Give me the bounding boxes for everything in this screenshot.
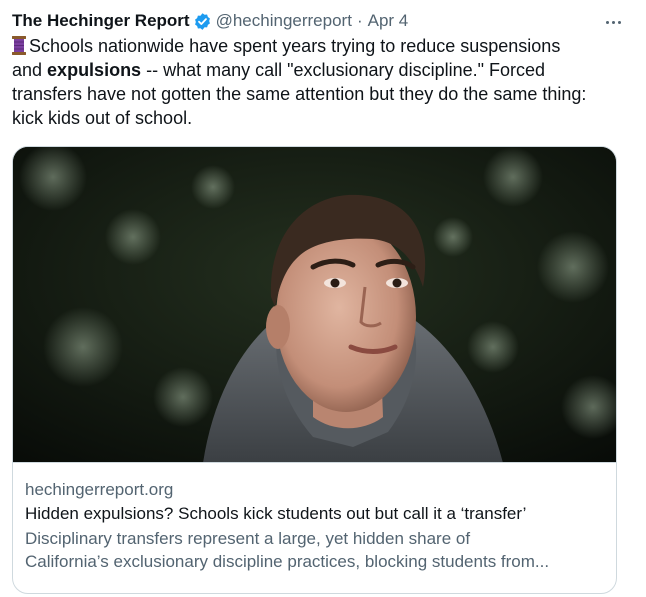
card-domain[interactable]: hechingerreport.org [25,479,604,501]
author-handle[interactable]: @hechingerreport [216,10,352,32]
tweet-date[interactable]: Apr 4 [368,10,409,32]
card-image[interactable] [13,147,616,463]
card-description-line-2: California’s exclusionary discipline pra… [25,552,550,571]
verified-badge-icon [194,12,210,30]
card-description: Disciplinary transfers represent a large… [25,527,606,573]
tweet-header: The Hechinger Report @hechingerreport · … [12,8,634,34]
thread-spool-icon [12,36,26,55]
hashtag-like-bold-term: expulsions [47,60,142,80]
tweet-text-line-2-pre: and [12,60,48,80]
tweet-text: Schools nationwide have spent years tryi… [12,34,622,130]
portrait-image [13,147,616,462]
separator-dot: · [356,11,363,30]
link-preview-card[interactable]: hechingerreport.org Hidden expulsions? S… [12,146,617,594]
tweet-text-line-2-post: -- what many call "exclusionary discipli… [141,60,546,80]
tweet-text-line-1: Schools nationwide have spent years tryi… [29,36,561,56]
author-name[interactable]: The Hechinger Report [12,10,190,32]
card-title[interactable]: Hidden expulsions? Schools kick students… [25,502,604,526]
tweet-text-line-4: kick kids out of school. [12,108,193,128]
card-description-line-1: Disciplinary transfers represent a large… [25,529,471,548]
card-meta[interactable]: hechingerreport.org Hidden expulsions? S… [25,479,604,573]
more-options-icon[interactable] [600,12,626,32]
tweet-text-line-3: transfers have not gotten the same atten… [12,84,587,104]
